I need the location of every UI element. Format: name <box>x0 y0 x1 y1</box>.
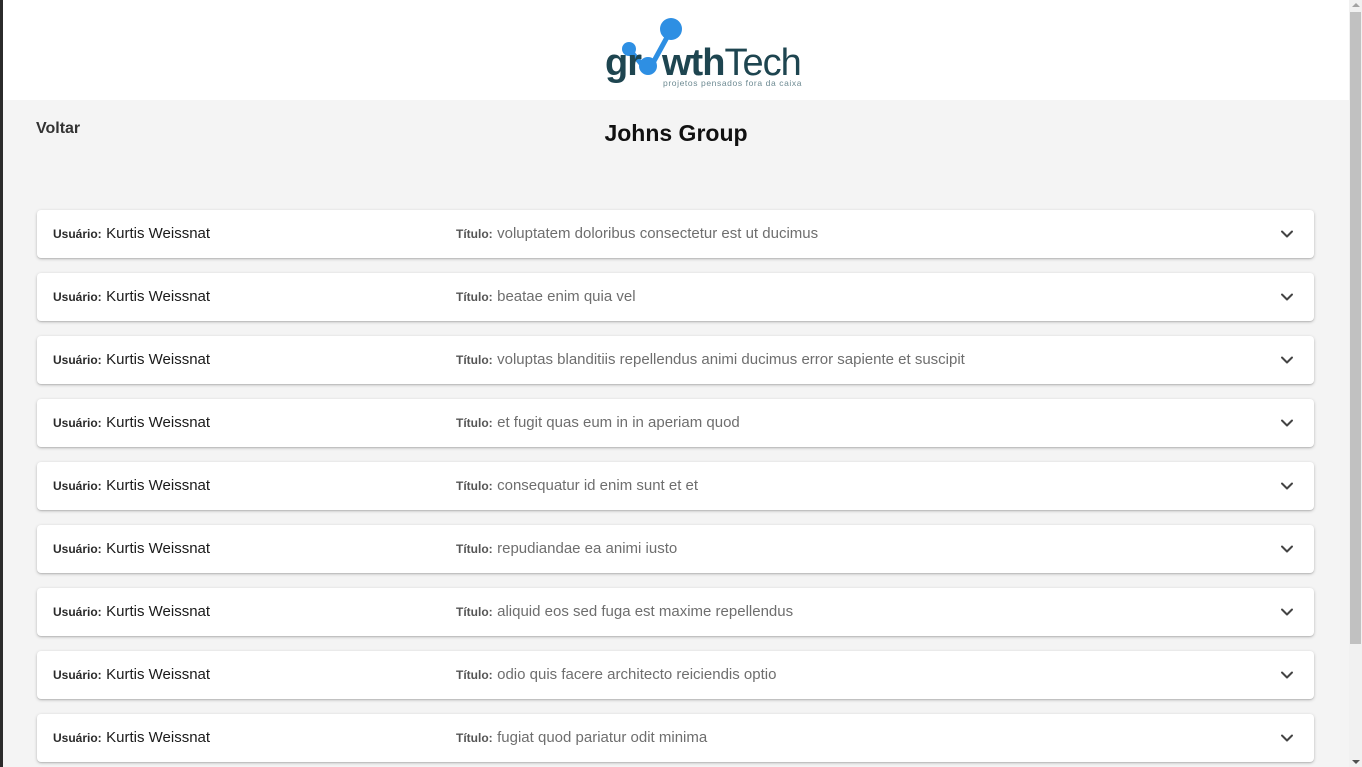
user-name: Kurtis Weissnat <box>106 414 211 431</box>
post-accordion-row[interactable]: Usuário: Kurtis Weissnat Título: odio qui… <box>37 651 1314 699</box>
post-user: Usuário: Kurtis Weissnat <box>53 414 210 432</box>
post-title-text: aliquid eos sed fuga est maxime repellen… <box>497 603 794 620</box>
user-label: Usuário: <box>53 227 102 241</box>
post-title-text: odio quis facere architecto reiciendis o… <box>497 666 777 683</box>
user-label: Usuário: <box>53 290 102 304</box>
user-name: Kurtis Weissnat <box>106 603 211 620</box>
post-user: Usuário: Kurtis Weissnat <box>53 351 210 369</box>
post-user: Usuário: Kurtis Weissnat <box>53 729 210 747</box>
chevron-down-icon[interactable] <box>1280 416 1294 430</box>
post-title: Título: voluptatem doloribus consectetur… <box>456 225 818 243</box>
post-title: Título: beatae enim quia vel <box>456 288 636 306</box>
title-label: Título: <box>456 542 493 556</box>
post-title-text: consequatur id enim sunt et et <box>497 477 699 494</box>
post-user: Usuário: Kurtis Weissnat <box>53 540 210 558</box>
app-header: gr wthTech projetos pensados fora da caix… <box>3 0 1349 100</box>
chevron-down-icon[interactable] <box>1280 290 1294 304</box>
post-accordion-row[interactable]: Usuário: Kurtis Weissnat Título: voluptas… <box>37 336 1314 384</box>
chevron-down-icon[interactable] <box>1280 479 1294 493</box>
user-label: Usuário: <box>53 668 102 682</box>
title-label: Título: <box>456 668 493 682</box>
post-title-text: repudiandae ea animi iusto <box>497 540 678 557</box>
logo-word-gr: gr <box>605 42 642 84</box>
post-accordion-row[interactable]: Usuário: Kurtis Weissnat Título: voluptat… <box>37 210 1314 258</box>
page-title: Johns Group <box>604 120 748 146</box>
user-label: Usuário: <box>53 542 102 556</box>
post-title-text: beatae enim quia vel <box>497 288 636 305</box>
user-name: Kurtis Weissnat <box>106 666 211 683</box>
chevron-down-icon[interactable] <box>1280 353 1294 367</box>
post-title: Título: odio quis facere architecto reic… <box>456 666 776 684</box>
post-accordion-row[interactable]: Usuário: Kurtis Weissnat Título: fugiat q… <box>37 714 1314 762</box>
scroll-down-arrow-icon[interactable] <box>1352 760 1360 764</box>
user-label: Usuário: <box>53 731 102 745</box>
post-user: Usuário: Kurtis Weissnat <box>53 288 210 306</box>
user-label: Usuário: <box>53 479 102 493</box>
post-user: Usuário: Kurtis Weissnat <box>53 603 210 621</box>
post-list: Usuário: Kurtis Weissnat Título: voluptat… <box>37 210 1314 767</box>
post-title: Título: et fugit quas eum in in aperiam … <box>456 414 740 432</box>
user-label: Usuário: <box>53 416 102 430</box>
chevron-down-icon[interactable] <box>1280 668 1294 682</box>
main-content: Voltar Johns Group Usuário: Kurtis Weiss… <box>3 100 1349 767</box>
title-label: Título: <box>456 227 493 241</box>
logo-tagline: projetos pensados fora da caixa <box>663 78 803 88</box>
growthtech-logo[interactable]: gr wthTech projetos pensados fora da caix… <box>601 14 807 90</box>
chevron-down-icon[interactable] <box>1280 731 1294 745</box>
user-label: Usuário: <box>53 353 102 367</box>
title-label: Título: <box>456 416 493 430</box>
post-accordion-row[interactable]: Usuário: Kurtis Weissnat Título: et fugit… <box>37 399 1314 447</box>
title-label: Título: <box>456 353 493 367</box>
title-label: Título: <box>456 479 493 493</box>
vertical-scrollbar[interactable] <box>1349 0 1362 767</box>
post-accordion-row[interactable]: Usuário: Kurtis Weissnat Título: aliquid … <box>37 588 1314 636</box>
chevron-down-icon[interactable] <box>1280 227 1294 241</box>
post-title: Título: voluptas blanditiis repellendus … <box>456 351 965 369</box>
title-label: Título: <box>456 731 493 745</box>
post-title: Título: aliquid eos sed fuga est maxime … <box>456 603 793 621</box>
post-accordion-row[interactable]: Usuário: Kurtis Weissnat Título: beatae e… <box>37 273 1314 321</box>
user-name: Kurtis Weissnat <box>106 540 211 557</box>
post-user: Usuário: Kurtis Weissnat <box>53 666 210 684</box>
user-name: Kurtis Weissnat <box>106 477 211 494</box>
scrollbar-thumb[interactable] <box>1350 12 1361 644</box>
post-title: Título: repudiandae ea animi iusto <box>456 540 677 558</box>
post-accordion-row[interactable]: Usuário: Kurtis Weissnat Título: consequa… <box>37 462 1314 510</box>
post-title: Título: consequatur id enim sunt et et <box>456 477 698 495</box>
post-accordion-row[interactable]: Usuário: Kurtis Weissnat Título: repudian… <box>37 525 1314 573</box>
title-label: Título: <box>456 605 493 619</box>
scroll-up-arrow-icon[interactable] <box>1352 3 1360 7</box>
post-title-text: voluptatem doloribus consectetur est ut … <box>497 225 819 242</box>
user-name: Kurtis Weissnat <box>106 729 211 746</box>
user-name: Kurtis Weissnat <box>106 288 211 305</box>
user-label: Usuário: <box>53 605 102 619</box>
post-title-text: et fugit quas eum in in aperiam quod <box>497 414 740 431</box>
post-user: Usuário: Kurtis Weissnat <box>53 225 210 243</box>
chevron-down-icon[interactable] <box>1280 605 1294 619</box>
browser-viewport: gr wthTech projetos pensados fora da caix… <box>0 0 1362 767</box>
user-name: Kurtis Weissnat <box>106 225 211 242</box>
post-title-text: voluptas blanditiis repellendus animi du… <box>497 351 965 368</box>
post-user: Usuário: Kurtis Weissnat <box>53 477 210 495</box>
post-title: Título: fugiat quod pariatur odit minima <box>456 729 707 747</box>
post-title-text: fugiat quod pariatur odit minima <box>497 729 708 746</box>
title-label: Título: <box>456 290 493 304</box>
chevron-down-icon[interactable] <box>1280 542 1294 556</box>
user-name: Kurtis Weissnat <box>106 351 211 368</box>
